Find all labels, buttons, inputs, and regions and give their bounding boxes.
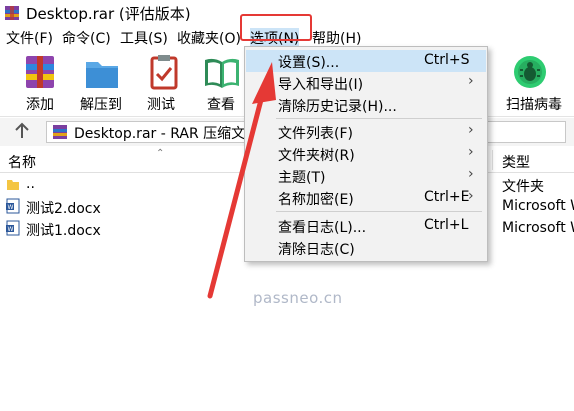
winrar-icon	[52, 124, 68, 140]
menu-item-shortcut: Ctrl+E	[424, 189, 470, 205]
svg-text:W: W	[8, 204, 14, 211]
column-type-header[interactable]: 类型	[502, 152, 530, 172]
menu-item-label: 文件夹树(R)	[278, 148, 355, 164]
winrar-icon	[4, 5, 20, 21]
menu-item-label: 设置(S)...	[278, 55, 340, 71]
window-title: Desktop.rar (评估版本)	[26, 5, 191, 23]
list-item-type: 文件夹	[502, 179, 544, 195]
menu-item-view-log[interactable]: 查看日志(L)... Ctrl+L	[246, 215, 486, 237]
folder-icon	[6, 177, 20, 193]
menu-item-file-list[interactable]: 文件列表(F) ›	[246, 121, 486, 143]
sort-arrow-icon: ⌃	[156, 148, 165, 159]
view-label: 查看	[207, 97, 235, 113]
menu-item-settings[interactable]: 设置(S)... Ctrl+S	[246, 50, 486, 72]
docx-icon: W	[6, 220, 20, 236]
submenu-arrow-icon: ›	[468, 73, 474, 89]
menu-item-label: 清除历史记录(H)...	[278, 99, 397, 115]
options-highlight-box	[240, 14, 312, 41]
up-arrow-icon[interactable]	[12, 121, 32, 141]
list-item-name[interactable]: 测试2.docx	[26, 198, 101, 218]
submenu-arrow-icon: ›	[468, 122, 474, 138]
list-item-type: Microsoft W	[502, 220, 574, 236]
menu-item-label: 文件列表(F)	[278, 126, 353, 142]
address-path: Desktop.rar - RAR 压缩文件	[74, 126, 260, 142]
test-label: 测试	[147, 97, 175, 113]
svg-text:W: W	[8, 226, 14, 233]
list-item-type: Microsoft W	[502, 198, 574, 214]
menu-item-clear-history[interactable]: 清除历史记录(H)...	[246, 94, 486, 116]
menu-item-label: 清除日志(C)	[278, 242, 355, 258]
extract-label: 解压到	[80, 97, 122, 113]
menu-item-label: 主题(T)	[278, 170, 326, 186]
docx-icon: W	[6, 198, 20, 214]
menu-separator	[276, 118, 482, 119]
submenu-arrow-icon: ›	[468, 188, 474, 204]
menu-item-theme[interactable]: 主题(T) ›	[246, 165, 486, 187]
submenu-arrow-icon: ›	[468, 144, 474, 160]
scan-virus-label: 扫描病毒	[506, 97, 562, 113]
menu-file[interactable]: 文件(F)	[6, 28, 53, 48]
extract-icon	[86, 62, 118, 88]
column-divider[interactable]	[492, 150, 493, 170]
watermark: passneo.cn	[253, 289, 343, 307]
list-item-name[interactable]: 测试1.docx	[26, 220, 101, 240]
menu-item-label: 查看日志(L)...	[278, 220, 367, 236]
add-icon	[26, 56, 54, 88]
menu-item-label: 导入和导出(I)	[278, 77, 364, 93]
menu-separator	[276, 211, 482, 212]
menu-help[interactable]: 帮助(H)	[312, 28, 361, 48]
view-icon	[205, 58, 239, 88]
submenu-arrow-icon: ›	[468, 166, 474, 182]
add-label: 添加	[26, 97, 54, 113]
menu-item-name-encryption[interactable]: 名称加密(E) Ctrl+E ›	[246, 187, 486, 209]
list-item-name[interactable]: ..	[26, 176, 35, 192]
menu-favorites[interactable]: 收藏夹(O)	[177, 28, 241, 48]
menu-item-folder-tree[interactable]: 文件夹树(R) ›	[246, 143, 486, 165]
menu-item-import-export[interactable]: 导入和导出(I) ›	[246, 72, 486, 94]
menu-item-label: 名称加密(E)	[278, 192, 354, 208]
menu-item-shortcut: Ctrl+L	[424, 217, 469, 233]
test-icon	[150, 55, 178, 90]
scan-virus-icon	[514, 56, 546, 88]
column-name-header[interactable]: 名称	[8, 152, 36, 172]
menu-command[interactable]: 命令(C)	[62, 28, 111, 48]
menu-item-shortcut: Ctrl+S	[424, 52, 470, 68]
menu-item-clear-log[interactable]: 清除日志(C)	[246, 237, 486, 259]
menu-tools[interactable]: 工具(S)	[120, 28, 168, 48]
